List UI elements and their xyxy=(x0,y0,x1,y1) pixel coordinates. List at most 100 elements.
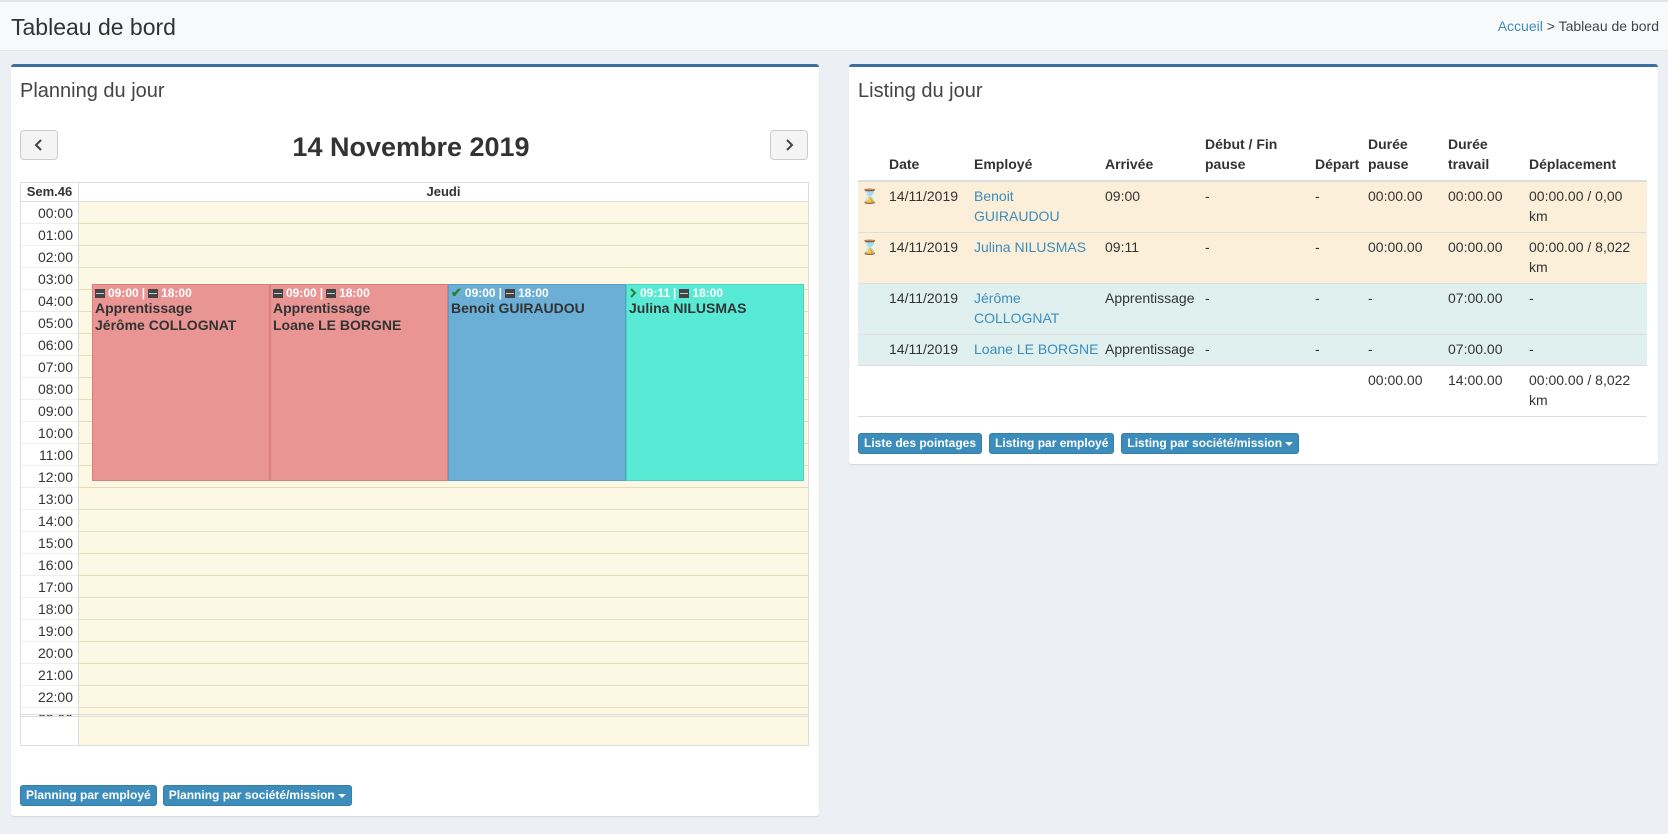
cell-departure: - xyxy=(1312,334,1365,366)
employee-link[interactable]: Julina NILUSMAS xyxy=(974,239,1086,255)
event-employee: Loane LE BORGNE xyxy=(273,317,402,333)
planning-buttons: Planning par employé Planning par sociét… xyxy=(20,785,352,806)
week-number: Sem.46 xyxy=(21,183,79,201)
total-pause-duration: 00:00.00 xyxy=(1365,365,1445,417)
hour-slot[interactable] xyxy=(79,642,808,664)
calendar-event[interactable]: 09:00 | 18:00 Apprentissage Loane LE BOR… xyxy=(270,284,448,481)
calendar-icon xyxy=(273,288,283,298)
hour-label: 14:00 xyxy=(21,510,78,532)
hourglass-icon: ⌛ xyxy=(858,180,886,233)
col-work-duration: Durée travail xyxy=(1445,129,1526,182)
cell-work-duration: 07:00.00 xyxy=(1445,283,1526,335)
chevron-right-icon xyxy=(786,139,794,151)
event-sep: | xyxy=(498,286,502,300)
col-departure: Départ xyxy=(1312,129,1365,182)
cell-arrival: Apprentissage xyxy=(1102,283,1202,335)
hour-slot[interactable] xyxy=(79,224,808,246)
cell-pause-duration: 00:00.00 xyxy=(1365,232,1445,284)
cell-pause: - xyxy=(1202,334,1312,366)
employee-link[interactable]: Jérôme COLLOGNAT xyxy=(974,290,1059,326)
event-employee: Julina NILUSMAS xyxy=(629,300,747,316)
cell-pause-duration: 00:00.00 xyxy=(1365,180,1445,233)
previous-day-button[interactable] xyxy=(20,130,58,160)
cell-work-duration: 00:00.00 xyxy=(1445,232,1526,284)
cell-travel: 00:00.00 / 0,00 km xyxy=(1526,180,1647,233)
event-end: 18:00 xyxy=(517,286,549,300)
hour-label: 03:00 xyxy=(21,268,78,290)
hour-slot[interactable] xyxy=(79,488,808,510)
event-end: 18:00 xyxy=(161,286,192,300)
cell-icon xyxy=(858,334,886,366)
chevron-right-icon xyxy=(630,288,637,298)
col-pause-l2: pause xyxy=(1205,156,1246,172)
event-employee: Jérôme COLLOGNAT xyxy=(95,317,237,333)
hour-slot[interactable] xyxy=(79,576,808,598)
hour-slot[interactable] xyxy=(79,620,808,642)
event-start: 09:00 xyxy=(108,286,139,300)
hour-label: 09:00 xyxy=(21,400,78,422)
hour-slot[interactable] xyxy=(79,686,808,708)
event-end: 18:00 xyxy=(692,286,724,300)
col-arrival: Arrivée xyxy=(1102,129,1202,182)
total-travel: 00:00.00 / 8,022 km xyxy=(1526,365,1647,417)
event-time: ✔ 09:00 | 18:00 xyxy=(451,285,623,301)
cell-arrival: 09:11 xyxy=(1102,232,1202,284)
cell-travel: - xyxy=(1526,334,1647,366)
hour-slot[interactable] xyxy=(79,554,808,576)
calendar-icon xyxy=(504,288,515,298)
hour-slot[interactable] xyxy=(79,510,808,532)
hour-label: 12:00 xyxy=(21,466,78,488)
event-time: 09:11 | 18:00 xyxy=(629,285,801,300)
planning-by-employee-button[interactable]: Planning par employé xyxy=(20,785,157,806)
hour-slot[interactable] xyxy=(79,598,808,620)
cell-departure: - xyxy=(1312,283,1365,335)
cell-work-duration: 07:00.00 xyxy=(1445,334,1526,366)
cell-pause-duration: - xyxy=(1365,334,1445,366)
calendar-icon xyxy=(326,288,337,298)
next-day-button[interactable] xyxy=(770,130,808,160)
table-row: 14/11/2019 Jérôme COLLOGNAT Apprentissag… xyxy=(858,283,1647,335)
hour-label: 11:00 xyxy=(21,444,78,466)
calendar-event[interactable]: 09:00 | 18:00 Apprentissage Jérôme COLLO… xyxy=(92,284,270,481)
event-employee: Benoit GUIRAUDOU xyxy=(451,300,585,316)
hour-label: 16:00 xyxy=(21,554,78,576)
calendar-icon xyxy=(679,288,690,298)
caret-down-icon xyxy=(337,793,346,798)
employee-link[interactable]: Loane LE BORGNE xyxy=(974,341,1099,357)
calendar-date: 14 Novembre 2019 xyxy=(292,132,530,162)
calendar-event[interactable]: ✔ 09:00 | 18:00 Benoit GUIRAUDOU xyxy=(448,284,626,481)
table-header-row: Date Employé Arrivée Début / Fin pause Dé… xyxy=(858,129,1647,182)
planning-title: Planning du jour xyxy=(20,80,165,102)
cell-arrival: 09:00 xyxy=(1102,180,1202,233)
hour-slot[interactable] xyxy=(79,246,808,268)
footer-left-cell xyxy=(21,717,79,745)
caret-down-icon xyxy=(1285,441,1294,446)
cell-date: 14/11/2019 xyxy=(886,180,971,233)
listing-by-employee-button[interactable]: Listing par employé xyxy=(989,433,1115,454)
cell-date: 14/11/2019 xyxy=(886,334,971,366)
hour-label: 17:00 xyxy=(21,576,78,598)
cell-date: 14/11/2019 xyxy=(886,232,971,284)
col-pd-l1: Durée xyxy=(1368,136,1408,152)
hour-slot[interactable] xyxy=(79,664,808,686)
cell-departure: - xyxy=(1312,180,1365,233)
employee-link[interactable]: Benoit GUIRAUDOU xyxy=(974,188,1060,224)
calendar-event[interactable]: 09:11 | 18:00 Julina NILUSMAS xyxy=(626,284,804,481)
breadcrumb-home-link[interactable]: Accueil xyxy=(1498,18,1543,34)
hour-label: 04:00 xyxy=(21,290,78,312)
day-label: Jeudi xyxy=(426,184,461,199)
calendar-icon xyxy=(95,288,105,298)
calendar-header: Sem.46 Jeudi xyxy=(20,182,809,202)
planning-by-company-button[interactable]: Planning par société/mission xyxy=(162,785,352,806)
listing-by-company-button[interactable]: Listing par société/mission xyxy=(1121,433,1300,454)
hour-slot[interactable] xyxy=(79,202,808,224)
event-title: Apprentissage xyxy=(273,300,371,316)
cell-travel: 00:00.00 / 8,022 km xyxy=(1526,232,1647,284)
hour-label: 10:00 xyxy=(21,422,78,444)
totals-row: 00:00.00 14:00.00 00:00.00 / 8,022 km xyxy=(858,365,1647,417)
listing-buttons: Liste des pointages Listing par employé … xyxy=(858,433,1300,454)
breadcrumb: Accueil > Tableau de bord xyxy=(1498,18,1659,34)
col-pd-l2: pause xyxy=(1368,156,1409,172)
hour-slot[interactable] xyxy=(79,532,808,554)
pointages-list-button[interactable]: Liste des pointages xyxy=(858,433,983,454)
